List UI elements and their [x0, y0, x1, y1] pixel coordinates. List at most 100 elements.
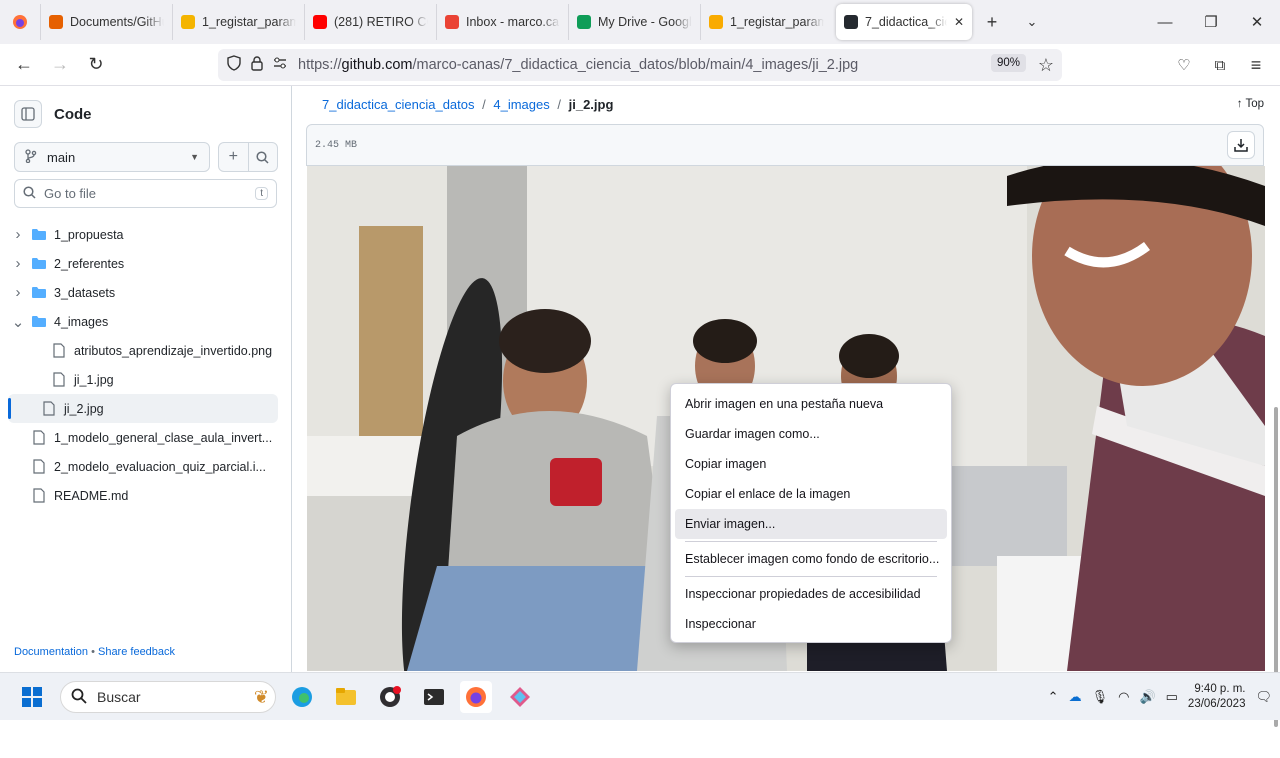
- tree-folder-item[interactable]: ⌄ 4_images: [0, 307, 292, 336]
- breadcrumb-repo[interactable]: 7_didactica_ciencia_datos: [322, 97, 475, 112]
- file-tree-sidebar: Code main ▼ + Go to file t › 1_propuesta ›…: [0, 86, 292, 672]
- notifications-icon[interactable]: 🗨: [1255, 689, 1272, 705]
- context-menu-item[interactable]: Enviar imagen...: [675, 509, 947, 539]
- nav-bar: ← → ↻ https://github.com/marco-canas/7_d…: [0, 44, 1280, 86]
- firefox-taskbar-icon[interactable]: [460, 681, 492, 713]
- branch-name: main: [47, 149, 76, 165]
- collapse-sidebar-icon[interactable]: [14, 100, 42, 128]
- close-icon[interactable]: ✕: [1234, 0, 1280, 44]
- folder-icon: [28, 315, 50, 328]
- download-icon[interactable]: [1227, 131, 1255, 159]
- documentation-link[interactable]: Documentation: [14, 646, 88, 658]
- browser-tab[interactable]: 7_didactica_cie ✕: [836, 4, 972, 40]
- firefox-doc-icon: [49, 15, 63, 29]
- tree-file-item[interactable]: ji_2.jpg: [8, 394, 278, 423]
- browser-tab[interactable]: My Drive - Google: [568, 4, 700, 40]
- search-icon: [71, 688, 87, 707]
- chevron-down-icon[interactable]: ⌄: [1012, 14, 1052, 30]
- terminal-icon[interactable]: [418, 681, 450, 713]
- youtube-icon: [313, 15, 327, 29]
- context-menu-item[interactable]: Inspeccionar propiedades de accesibilida…: [675, 579, 947, 609]
- context-menu-item[interactable]: Abrir imagen en una pestaña nueva: [675, 389, 947, 419]
- url-bar[interactable]: https://github.com/marco-canas/7_didacti…: [218, 49, 1062, 81]
- tree-file-item[interactable]: ji_1.jpg: [0, 365, 292, 394]
- sidebar-header: Code: [14, 100, 92, 128]
- taskbar-search[interactable]: Buscar ❦: [60, 681, 276, 713]
- pocket-icon[interactable]: ♡: [1166, 49, 1202, 81]
- top-label: Top: [1245, 98, 1264, 110]
- permissions-icon[interactable]: [272, 56, 288, 74]
- microphone-icon[interactable]: 🎙: [1092, 689, 1109, 705]
- branch-selector[interactable]: main ▼: [14, 142, 210, 172]
- forward-icon[interactable]: →: [42, 49, 78, 81]
- file-explorer-icon[interactable]: [330, 681, 362, 713]
- tree-folder-item[interactable]: › 2_referentes: [0, 249, 292, 278]
- breadcrumb-file: ji_2.jpg: [568, 97, 614, 112]
- close-tab-icon[interactable]: ✕: [954, 15, 964, 29]
- chevron-down-icon[interactable]: ⌄: [8, 313, 28, 331]
- arrow-up-icon: ↑: [1236, 98, 1243, 110]
- shield-icon[interactable]: [226, 55, 242, 75]
- context-menu-item[interactable]: Copiar el enlace de la imagen: [675, 479, 947, 509]
- folder-icon: [28, 286, 50, 299]
- browser-tab[interactable]: (281) RETIRO CON: [304, 4, 436, 40]
- browser-tab[interactable]: 1_registar_parame: [172, 4, 304, 40]
- page-scrollbar[interactable]: [1272, 172, 1280, 758]
- context-menu-item[interactable]: Inspeccionar: [675, 609, 947, 639]
- edge-icon[interactable]: [286, 681, 318, 713]
- file-icon: [48, 372, 70, 387]
- windows-start-icon[interactable]: [16, 681, 48, 713]
- tree-file-item[interactable]: atributos_aprendizaje_invertido.png: [0, 336, 292, 365]
- breadcrumb-folder[interactable]: 4_images: [493, 97, 549, 112]
- add-file-icon[interactable]: +: [219, 143, 249, 171]
- obs-icon[interactable]: [374, 681, 406, 713]
- minimize-icon[interactable]: —: [1142, 0, 1188, 44]
- tree-folder-item[interactable]: › 3_datasets: [0, 278, 292, 307]
- go-to-file-input[interactable]: Go to file t: [14, 179, 277, 208]
- search-icon: [23, 185, 36, 202]
- share-feedback-link[interactable]: Share feedback: [98, 646, 175, 658]
- firefox-menu-icon[interactable]: [0, 0, 40, 44]
- new-tab-icon[interactable]: +: [972, 12, 1012, 33]
- lock-icon[interactable]: [250, 55, 264, 75]
- tree-item-label: 1_modelo_general_clase_aula_invert...: [54, 430, 273, 445]
- restore-icon[interactable]: ❐: [1188, 0, 1234, 44]
- tree-item-label: ji_2.jpg: [64, 401, 104, 416]
- battery-icon[interactable]: ▭: [1166, 689, 1178, 705]
- search-icon[interactable]: [249, 143, 278, 171]
- chevron-right-icon[interactable]: ›: [8, 226, 28, 243]
- tab-title: 7_didactica_cie: [865, 15, 947, 29]
- context-menu-item[interactable]: Guardar imagen como...: [675, 419, 947, 449]
- browser-tab[interactable]: Inbox - marco.can: [436, 4, 568, 40]
- extensions-icon[interactable]: ⧉: [1202, 49, 1238, 81]
- app-icon[interactable]: [504, 681, 536, 713]
- chevron-right-icon[interactable]: ›: [8, 255, 28, 272]
- star-icon[interactable]: ☆: [1028, 49, 1064, 81]
- tree-folder-item[interactable]: › 1_propuesta: [0, 220, 292, 249]
- breadcrumb: 7_didactica_ciencia_datos / 4_images / j…: [322, 97, 613, 112]
- clock[interactable]: 9:40 p. m. 23/06/2023: [1188, 682, 1246, 712]
- tree-item-label: 4_images: [54, 314, 109, 329]
- menu-icon[interactable]: ≡: [1238, 49, 1274, 81]
- browser-tab[interactable]: 1_registar_parame: [700, 4, 832, 40]
- volume-icon[interactable]: 🔊: [1139, 689, 1155, 705]
- zoom-badge[interactable]: 90%: [990, 54, 1026, 72]
- context-menu-item[interactable]: Establecer imagen como fondo de escritor…: [675, 544, 947, 574]
- tree-file-item[interactable]: 2_modelo_evaluacion_quiz_parcial.i...: [0, 452, 292, 481]
- context-menu-item[interactable]: Copiar imagen: [675, 449, 947, 479]
- chevron-up-icon[interactable]: ⌃: [1048, 689, 1059, 705]
- tab-title: (281) RETIRO CON: [334, 15, 428, 29]
- chevron-right-icon[interactable]: ›: [8, 284, 28, 301]
- reload-icon[interactable]: ↻: [78, 49, 114, 81]
- window-controls: — ❐ ✕: [1142, 0, 1280, 44]
- tree-file-item[interactable]: 1_modelo_general_clase_aula_invert...: [0, 423, 292, 452]
- footer-separator: •: [91, 646, 95, 658]
- top-button[interactable]: ↑ Top: [1237, 98, 1264, 110]
- onedrive-icon[interactable]: ☁: [1069, 689, 1082, 705]
- tree-file-item[interactable]: README.md: [0, 481, 292, 510]
- tree-item-label: atributos_aprendizaje_invertido.png: [74, 343, 273, 358]
- wifi-icon[interactable]: ◠: [1118, 689, 1129, 705]
- back-icon[interactable]: ←: [6, 49, 42, 81]
- file-size: 2.45 MB: [315, 140, 358, 151]
- browser-tab[interactable]: Documents/GitHu: [40, 4, 172, 40]
